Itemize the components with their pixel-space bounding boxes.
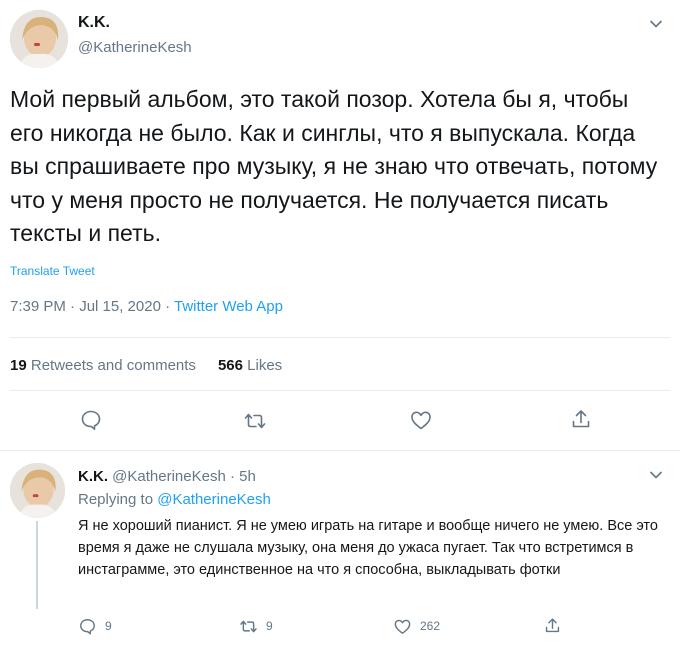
reply-retweet-button[interactable]: 9 (239, 616, 273, 636)
thread-line (36, 521, 38, 609)
retweets-stat[interactable]: 19 Retweets and comments (10, 357, 196, 374)
share-icon (545, 617, 560, 632)
divider (10, 390, 670, 391)
reply-like-button[interactable]: 262 (393, 616, 440, 636)
reply-author-handle[interactable]: @KatherineKesh (112, 468, 226, 485)
author-avatar[interactable] (10, 10, 68, 68)
reply-time[interactable]: · 5h (230, 468, 256, 485)
tweet-text: Мой первый альбом, это такой позор. Хоте… (10, 86, 658, 246)
replying-prefix: Replying to (78, 491, 158, 508)
chevron-down-icon[interactable] (649, 470, 663, 480)
heart-icon[interactable] (409, 408, 433, 432)
retweets-count: 19 (10, 357, 27, 374)
reply-text: Я не хороший пианист. Я не умею играть н… (78, 518, 658, 578)
tweet-source[interactable]: Twitter Web App (174, 298, 283, 315)
chevron-down-icon[interactable] (649, 19, 663, 29)
author-name[interactable]: K.K. (78, 14, 110, 32)
reply-author-avatar[interactable] (10, 463, 65, 518)
reply-comment-button[interactable]: 9 (78, 616, 112, 636)
reply-author-name[interactable]: K.K. (78, 468, 108, 485)
avatar-photo (10, 10, 68, 68)
reply-comment-count: 9 (105, 619, 112, 633)
tweet-time[interactable]: 7:39 PM · Jul 15, 2020 · (10, 298, 174, 315)
reply-header: K.K. @KatherineKesh · 5h (78, 468, 256, 485)
comment-icon[interactable] (79, 408, 103, 432)
avatar-photo (10, 463, 65, 518)
heart-icon (394, 619, 411, 634)
reply-share-button[interactable] (543, 615, 562, 635)
comment-icon (80, 618, 95, 634)
tweet-stats: 19 Retweets and comments 566 Likes (10, 357, 282, 374)
divider (0, 450, 680, 451)
likes-label: Likes (247, 357, 283, 374)
reply-like-count: 262 (420, 619, 441, 633)
retweet-icon[interactable] (243, 409, 267, 433)
likes-stat[interactable]: 566 Likes (218, 357, 282, 374)
divider (10, 337, 670, 338)
retweets-label: Retweets and comments (30, 357, 196, 374)
replying-to-handle[interactable]: @KatherineKesh (157, 491, 271, 508)
tweet-timestamp: 7:39 PM · Jul 15, 2020 · Twitter Web App (10, 298, 283, 315)
replying-to: Replying to @KatherineKesh (78, 491, 271, 508)
translate-tweet-link[interactable]: Translate Tweet (10, 264, 95, 278)
likes-count: 566 (217, 357, 243, 374)
reply-retweet-count: 9 (266, 619, 273, 633)
retweet-icon (240, 620, 257, 632)
author-handle[interactable]: @KatherineKesh (78, 39, 192, 56)
share-icon[interactable] (569, 407, 593, 431)
